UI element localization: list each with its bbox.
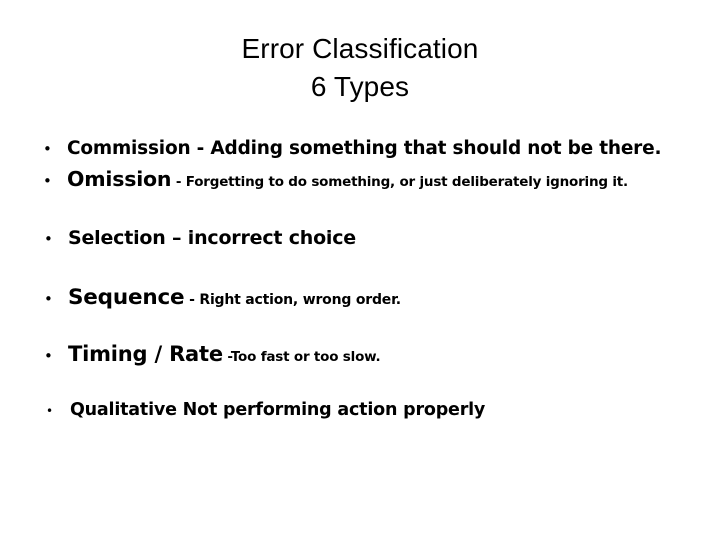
error-type-term: Commission <box>67 138 191 159</box>
term-separator: - <box>190 138 211 159</box>
error-type-term: Omission <box>67 167 172 191</box>
list-item: • Commission - Adding something that sho… <box>34 138 694 167</box>
error-type-description: incorrect choice <box>187 227 356 249</box>
error-type-description: Forgetting to do something, or just deli… <box>185 174 628 190</box>
bullet-point-icon: • <box>44 347 53 365</box>
error-type-description: Right action, wrong order. <box>199 292 401 308</box>
error-type-term: Selection <box>68 227 166 249</box>
bullet-point-icon: • <box>43 140 52 158</box>
list-item: • Selection – incorrect choice <box>34 227 694 257</box>
bullet-point-icon: • <box>43 172 52 190</box>
slide-title: Error Classification 6 Types <box>0 30 720 106</box>
bullet-point-icon: • <box>44 290 53 308</box>
list-item-content: Timing / Rate -Too fast or too slow. <box>68 342 381 366</box>
bullet-list: • Commission - Adding something that sho… <box>34 138 694 430</box>
presentation-slide: Error Classification 6 Types • Commissio… <box>0 0 720 540</box>
term-separator: - <box>222 349 231 365</box>
list-item: • Sequence - Right action, wrong order. <box>34 285 694 315</box>
bullet-point-icon: • <box>44 230 53 248</box>
error-type-term: Qualitative <box>70 400 177 420</box>
slide-title-line-2: 6 Types <box>310 71 410 102</box>
error-type-description: Not performing action properly <box>182 400 486 420</box>
list-item-content: Sequence - Right action, wrong order. <box>68 285 401 310</box>
list-item: • Omission - Forgetting to do something,… <box>34 167 694 197</box>
term-separator: – <box>165 227 188 249</box>
bullet-point-icon: • <box>46 404 54 418</box>
list-item-content: Commission - Adding something that shoul… <box>67 138 661 159</box>
error-type-term: Timing / Rate <box>68 342 223 366</box>
error-type-description: Adding something that should not be ther… <box>210 138 662 159</box>
list-item: • Timing / Rate -Too fast or too slow. <box>34 342 694 372</box>
error-type-term: Sequence <box>68 285 185 310</box>
term-separator: - <box>171 174 186 190</box>
slide-title-line-1: Error Classification <box>241 33 479 64</box>
list-item-content: Omission - Forgetting to do something, o… <box>67 167 628 191</box>
error-type-description: Too fast or too slow. <box>230 349 381 365</box>
list-item-content: Selection – incorrect choice <box>68 227 356 249</box>
term-separator: - <box>184 292 200 308</box>
list-item-content: Qualitative Not performing action proper… <box>70 400 485 420</box>
list-item: • Qualitative Not performing action prop… <box>34 400 694 430</box>
